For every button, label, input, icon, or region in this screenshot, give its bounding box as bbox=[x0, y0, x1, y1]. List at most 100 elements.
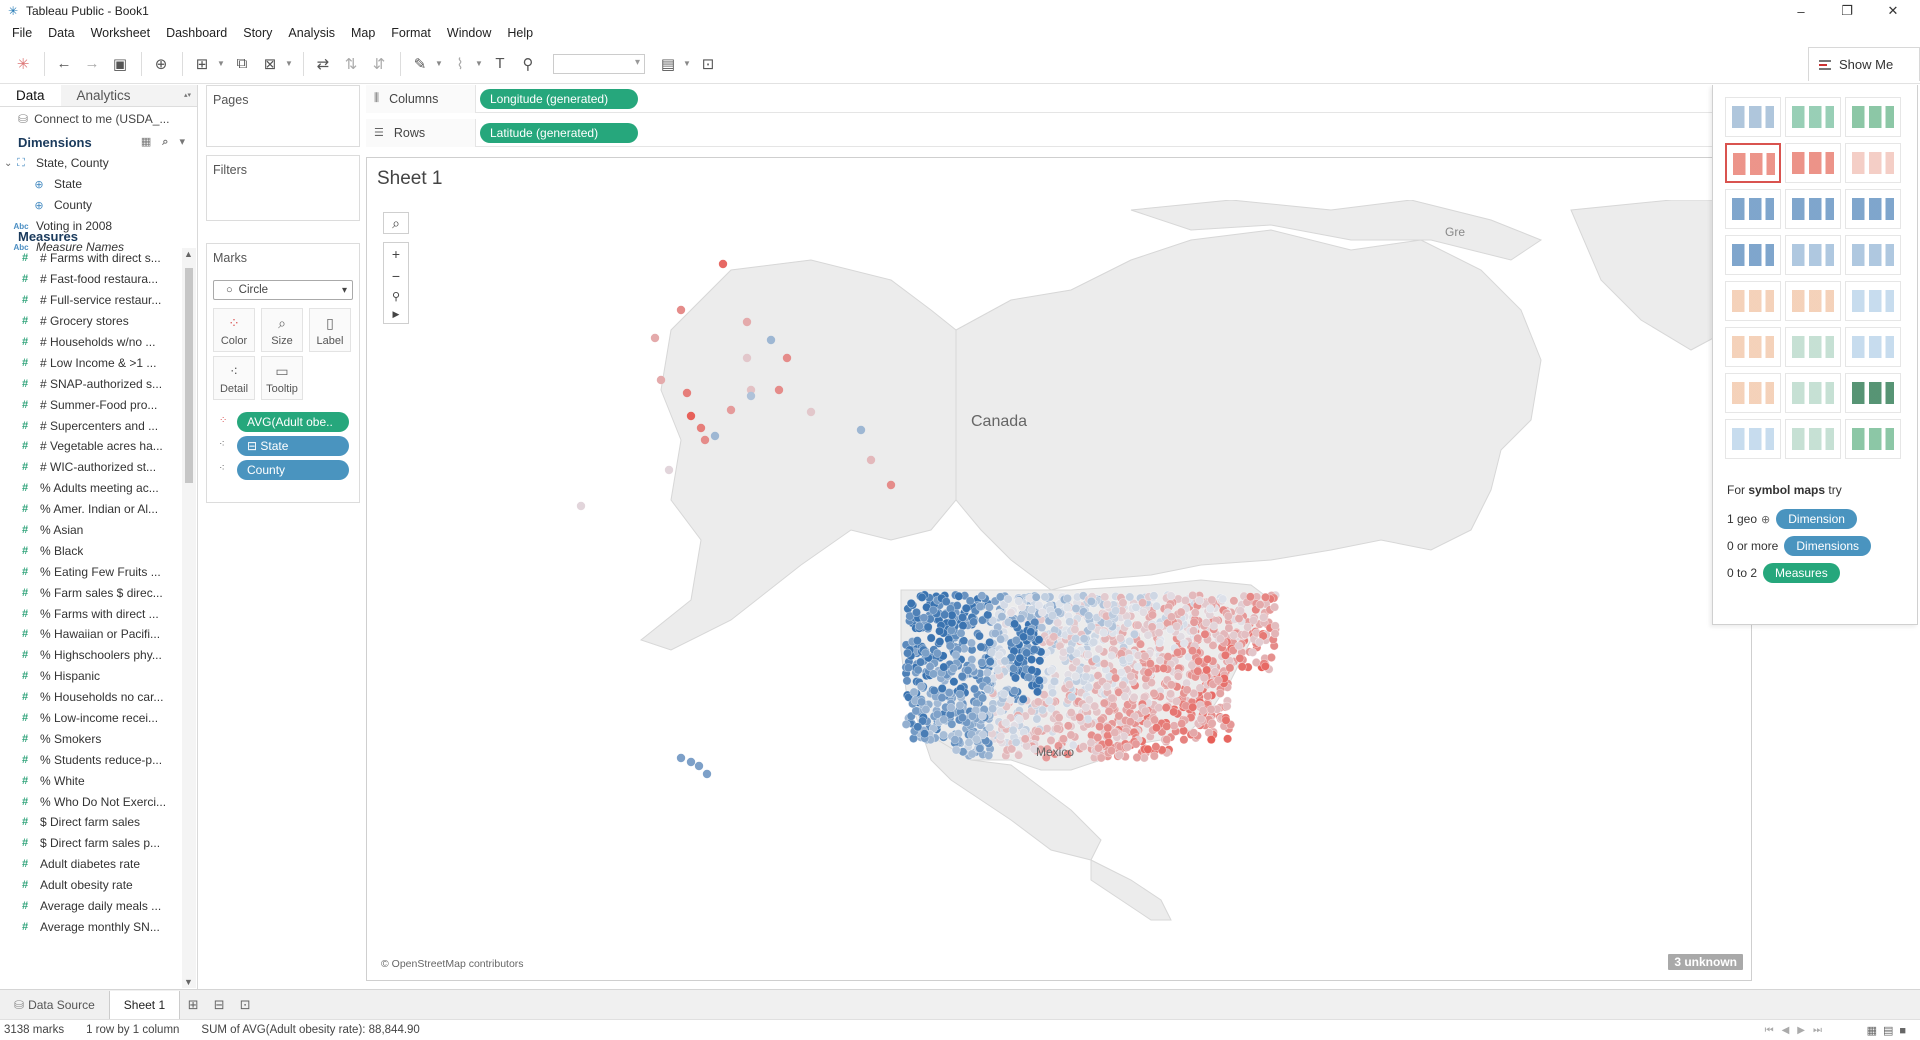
measure-field[interactable]: # Adult diabetes rate bbox=[0, 854, 182, 875]
measure-field[interactable]: # # Households w/no ... bbox=[0, 332, 182, 353]
map-search-button[interactable]: ⌕ bbox=[383, 212, 409, 234]
menu-analysis[interactable]: Analysis bbox=[280, 22, 343, 44]
chart-type-pie-chart[interactable] bbox=[1845, 143, 1901, 183]
new-story-icon[interactable]: ⊡ bbox=[232, 997, 258, 1013]
map-canvas[interactable]: Canada Mexico Gre bbox=[371, 200, 1747, 976]
chart-type-highlight-table[interactable] bbox=[1845, 97, 1901, 137]
filters-card[interactable]: Filters bbox=[206, 155, 360, 221]
menu-dashboard[interactable]: Dashboard bbox=[158, 22, 235, 44]
measure-field[interactable]: # # SNAP-authorized s... bbox=[0, 373, 182, 394]
data-connection[interactable]: ⛁ Connect to me (USDA_... bbox=[0, 107, 197, 131]
detail-button[interactable]: ⁖ Detail bbox=[213, 356, 255, 400]
scroll-up-icon[interactable]: ▲ bbox=[184, 249, 193, 259]
sort-ascending-icon[interactable]: ⇅ bbox=[338, 51, 364, 77]
tableau-home-icon[interactable]: ✳ bbox=[10, 51, 36, 77]
sheet-view-toggles[interactable]: ▦▤■ bbox=[1867, 1024, 1912, 1037]
measure-field[interactable]: # % Farm sales $ direc... bbox=[0, 582, 182, 603]
collapse-caret-icon[interactable]: ⌄ bbox=[4, 158, 12, 169]
measure-field[interactable]: # # WIC-authorized st... bbox=[0, 457, 182, 478]
new-worksheet-icon[interactable]: ⊞ bbox=[180, 997, 206, 1013]
chart-type-circle-views[interactable] bbox=[1785, 235, 1841, 275]
map-view[interactable]: Canada Mexico Gre ⌕ + − ⚲ ▶ © OpenStreet… bbox=[371, 200, 1747, 976]
measure-field[interactable]: # % Households no car... bbox=[0, 687, 182, 708]
tab-data[interactable]: Data bbox=[0, 85, 61, 106]
measure-field[interactable]: # # Summer-Food pro... bbox=[0, 394, 182, 415]
label-button[interactable]: ▯ Label bbox=[309, 308, 351, 352]
measure-field[interactable]: # % Smokers bbox=[0, 728, 182, 749]
tab-analytics[interactable]: Analytics bbox=[60, 85, 197, 107]
maximize-button[interactable]: ❐ bbox=[1824, 0, 1870, 22]
chart-type-area-discrete[interactable] bbox=[1785, 327, 1841, 367]
measures-scrollbar[interactable]: ▲ ▼ bbox=[182, 248, 196, 988]
measure-field[interactable]: # % Eating Few Fruits ... bbox=[0, 561, 182, 582]
dimension-field[interactable]: ⊕ State bbox=[0, 174, 197, 195]
measure-field[interactable]: # Average monthly SN... bbox=[0, 917, 182, 938]
measure-field[interactable]: # # Fast-food restaura... bbox=[0, 269, 182, 290]
highlight-icon[interactable]: ✎ bbox=[407, 51, 433, 77]
columns-pill-longitude[interactable]: Longitude (generated) bbox=[480, 88, 638, 109]
chart-type-horizontal-bars[interactable] bbox=[1725, 189, 1781, 229]
expand-toolbar-icon[interactable]: ▶ bbox=[393, 309, 400, 320]
dropdown-arrow-icon[interactable]: ▼ bbox=[217, 59, 225, 68]
menu-format[interactable]: Format bbox=[383, 22, 439, 44]
measure-field[interactable]: # % Adults meeting ac... bbox=[0, 478, 182, 499]
measure-field[interactable]: # % Who Do Not Exerci... bbox=[0, 791, 182, 812]
new-dashboard-icon[interactable]: ⊟ bbox=[206, 997, 232, 1013]
chart-type-lines-continuous[interactable] bbox=[1725, 281, 1781, 321]
chart-type-filled-map[interactable] bbox=[1785, 143, 1841, 183]
chart-type-dual-lines[interactable] bbox=[1845, 281, 1901, 321]
sheet-navigation-arrows[interactable]: ⏮◀▶⏭ bbox=[1765, 1025, 1830, 1036]
chart-type-packed-bubbles[interactable] bbox=[1845, 419, 1901, 459]
measure-field[interactable]: # % Highschoolers phy... bbox=[0, 645, 182, 666]
pill-county[interactable]: County bbox=[237, 460, 349, 480]
data-source-tab[interactable]: ⛁ Data Source bbox=[0, 991, 109, 1019]
tooltip-button[interactable]: ▭ Tooltip bbox=[261, 356, 303, 400]
zoom-out-icon[interactable]: − bbox=[392, 268, 400, 284]
mark-type-dropdown[interactable]: ○ Circle bbox=[213, 280, 353, 300]
minimize-button[interactable]: – bbox=[1778, 0, 1824, 22]
dropdown-arrow-icon[interactable]: ▼ bbox=[475, 59, 483, 68]
scroll-down-icon[interactable]: ▼ bbox=[184, 977, 193, 987]
menu-window[interactable]: Window bbox=[439, 22, 499, 44]
swap-rows-columns-icon[interactable]: ⇄ bbox=[310, 51, 336, 77]
rows-pill-latitude[interactable]: Latitude (generated) bbox=[480, 122, 638, 143]
measure-field[interactable]: # # Supercenters and ... bbox=[0, 415, 182, 436]
measure-field[interactable]: # % Hispanic bbox=[0, 666, 182, 687]
measure-field[interactable]: # # Farms with direct s... bbox=[0, 248, 182, 269]
menu-story[interactable]: Story bbox=[235, 22, 280, 44]
show-cards-icon[interactable]: ▤ bbox=[655, 51, 681, 77]
sheet-title[interactable]: Sheet 1 bbox=[377, 168, 443, 190]
measure-field[interactable]: # % Black bbox=[0, 540, 182, 561]
save-icon[interactable]: ▣ bbox=[107, 51, 133, 77]
measure-field[interactable]: # $ Direct farm sales bbox=[0, 812, 182, 833]
group-members-icon[interactable]: ⌇ bbox=[447, 51, 473, 77]
chart-type-dual-combination[interactable] bbox=[1845, 327, 1901, 367]
menu-map[interactable]: Map bbox=[343, 22, 383, 44]
pill-state[interactable]: ⊟ State bbox=[237, 436, 349, 456]
show-mark-labels-icon[interactable]: T bbox=[487, 51, 513, 77]
new-data-source-icon[interactable]: ⊕ bbox=[148, 51, 174, 77]
chart-type-text-table[interactable] bbox=[1725, 97, 1781, 137]
measure-field[interactable]: # % Hawaiian or Pacifi... bbox=[0, 624, 182, 645]
dimension-field[interactable]: ⌄ ⛶ State, County bbox=[0, 153, 197, 174]
dimension-field[interactable]: ⊕ County bbox=[0, 195, 197, 216]
chart-type-treemap[interactable] bbox=[1725, 235, 1781, 275]
size-button[interactable]: ⌕ Size bbox=[261, 308, 303, 352]
measure-field[interactable]: # % Asian bbox=[0, 520, 182, 541]
chart-type-side-by-side-circles[interactable] bbox=[1845, 235, 1901, 275]
pin-icon[interactable]: ⚲ bbox=[392, 290, 400, 303]
measure-field[interactable]: # % White bbox=[0, 770, 182, 791]
measure-field[interactable]: # % Farms with direct ... bbox=[0, 603, 182, 624]
menu-file[interactable]: File bbox=[4, 22, 40, 44]
unknown-indicator[interactable]: 3 unknown bbox=[1668, 954, 1743, 970]
measure-field[interactable]: # % Students reduce-p... bbox=[0, 749, 182, 770]
sort-descending-icon[interactable]: ⇵ bbox=[366, 51, 392, 77]
redo-icon[interactable]: → bbox=[79, 51, 105, 77]
menu-help[interactable]: Help bbox=[499, 22, 541, 44]
dropdown-arrow-icon[interactable]: ▼ bbox=[683, 59, 691, 68]
chart-type-bullet-graph[interactable] bbox=[1785, 419, 1841, 459]
dropdown-arrow-icon[interactable]: ▼ bbox=[285, 59, 293, 68]
measure-field[interactable]: # # Vegetable acres ha... bbox=[0, 436, 182, 457]
show-me-button[interactable]: Show Me bbox=[1808, 47, 1920, 81]
zoom-in-icon[interactable]: + bbox=[392, 246, 400, 262]
